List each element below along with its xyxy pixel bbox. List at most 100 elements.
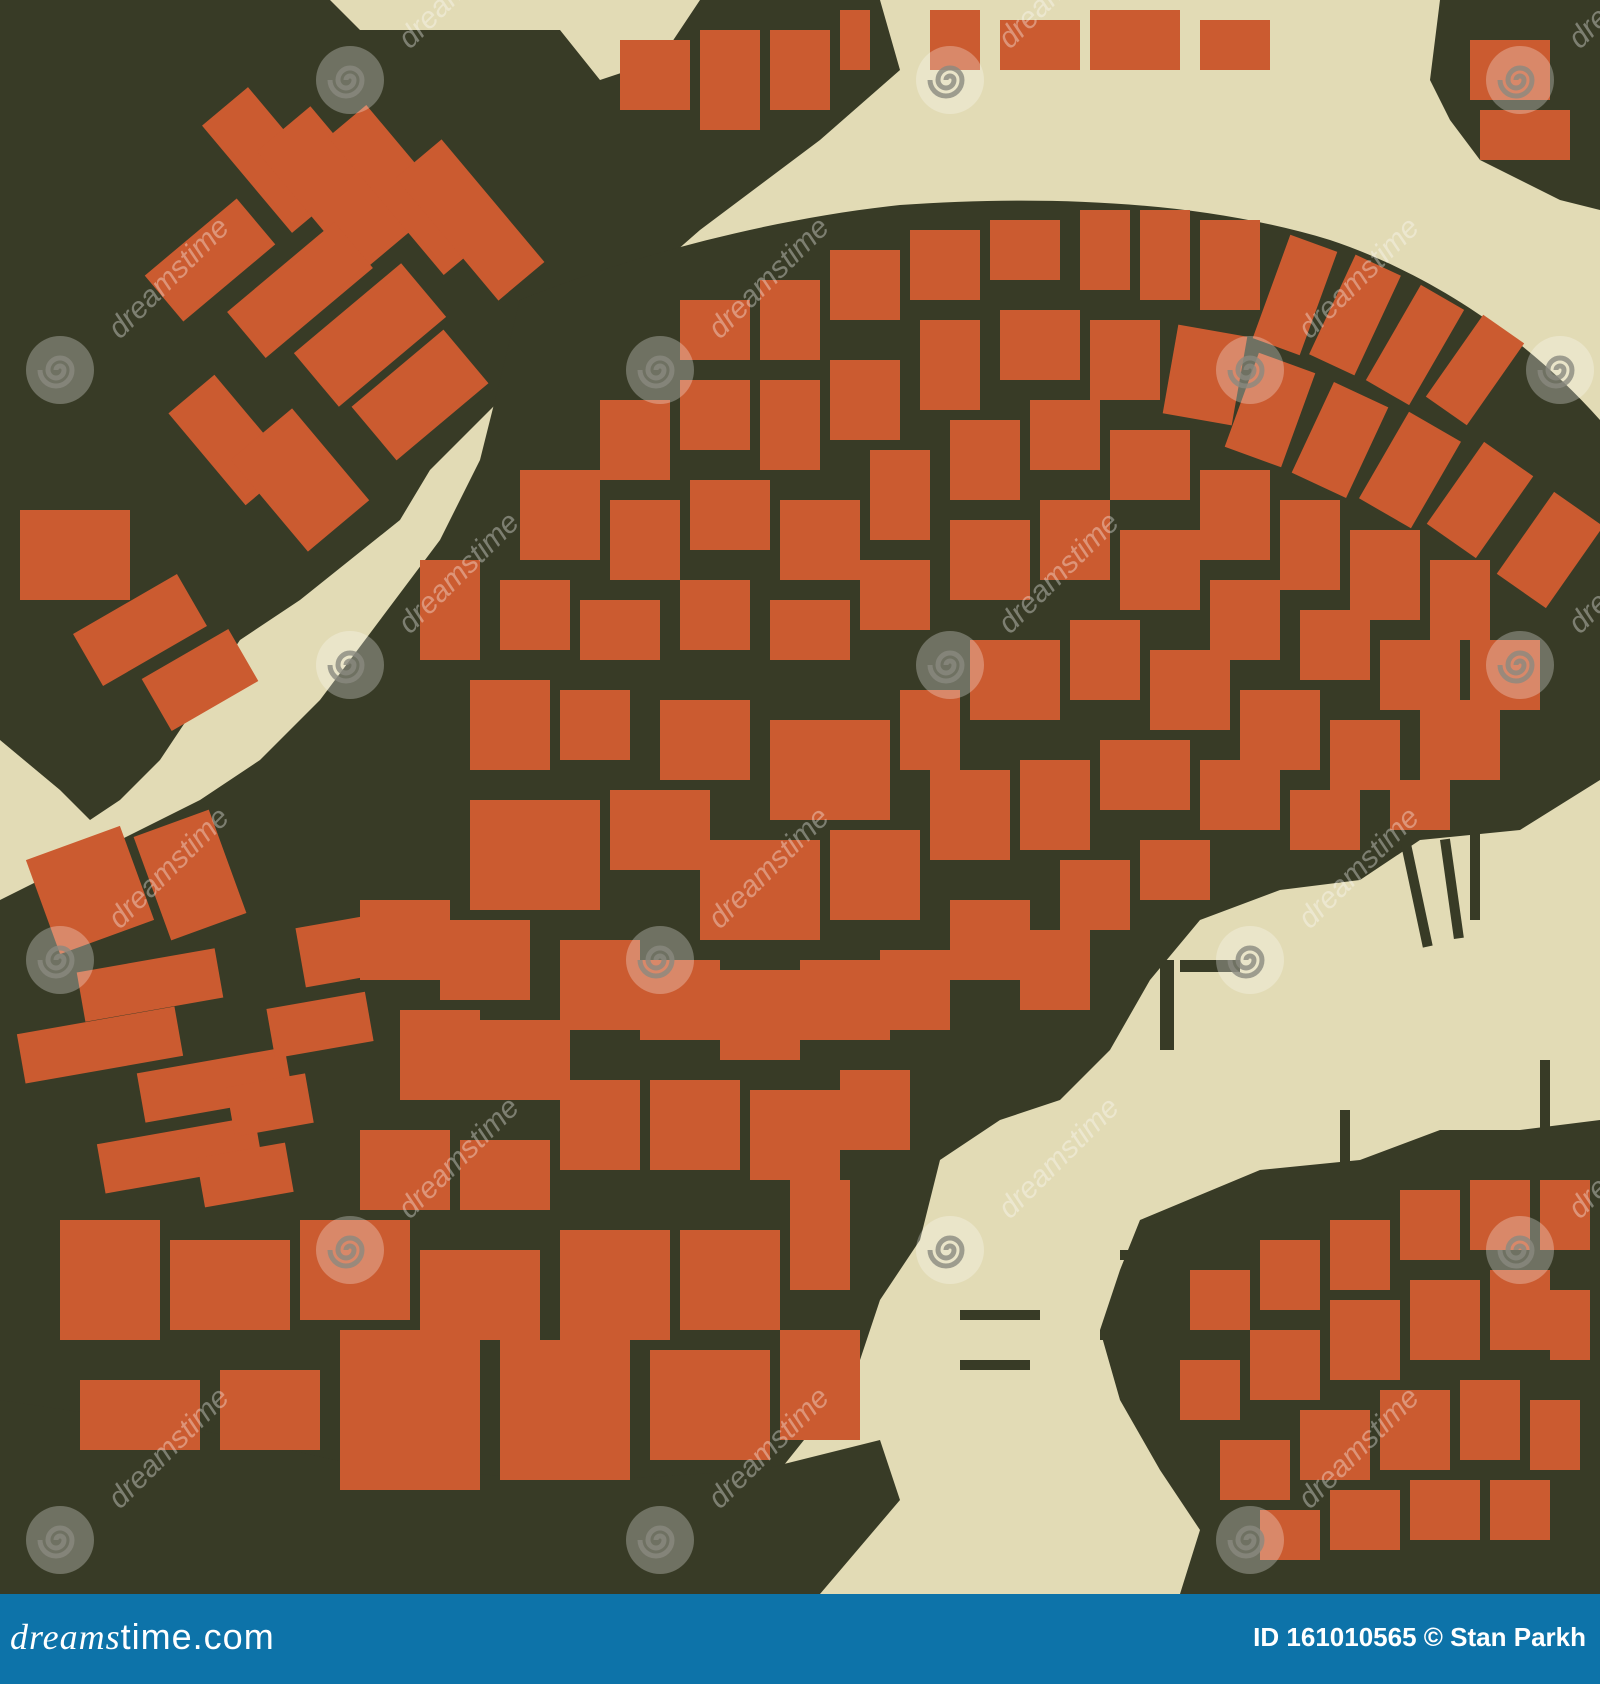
building-block [680,1230,780,1330]
spiral-logo-icon [626,1506,694,1574]
site-logo-text[interactable]: dreamstime.com [10,1616,275,1658]
building-block [1200,470,1270,560]
spiral-logo-icon [1216,1506,1284,1574]
building-block [1180,1360,1240,1420]
building-block [1200,220,1260,310]
building-block [1100,740,1190,810]
spiral-logo-icon [1216,926,1284,994]
building-block [1460,1380,1520,1460]
building-block [950,420,1020,500]
building-block [1090,10,1180,70]
spiral-logo-icon [26,926,94,994]
building-block [1430,560,1490,640]
building-block [780,500,860,580]
building-block [1090,320,1160,400]
building-block [1000,310,1080,380]
building-block [1490,1480,1550,1540]
building-block [480,1020,570,1100]
building-block [770,30,830,110]
building-block [1110,430,1190,500]
spiral-logo-icon [626,926,694,994]
site-name-part2: time.com [120,1616,275,1657]
building-block [1070,620,1140,700]
building-block [1280,500,1340,590]
building-block [680,380,750,450]
building-block [560,1080,640,1170]
spiral-logo-icon [916,46,984,114]
building-block [1290,790,1360,850]
building-block [1080,210,1130,290]
building-block [1190,1270,1250,1330]
building-block [1060,860,1130,930]
building-block [1020,760,1090,850]
building-block [610,500,680,580]
building-block [1210,580,1280,660]
spiral-logo-icon [916,631,984,699]
building-block [500,580,570,650]
building-block [840,1070,910,1150]
spiral-logo-icon [316,1216,384,1284]
building-block [470,680,550,770]
building-block [610,790,710,870]
building-block [1530,1400,1580,1470]
building-block [20,510,130,600]
building-block [920,320,980,410]
city-map: dreamstime dreamstime dreamstime dreamstime… [0,0,1600,1594]
spiral-logo-icon [26,1506,94,1574]
building-block [760,380,820,470]
building-block [700,30,760,130]
building-block [400,1010,480,1100]
building-block [1120,530,1200,610]
building-block [970,640,1060,720]
spiral-logo-icon [1216,336,1284,404]
building-block [470,800,600,910]
building-block [600,400,670,480]
building-block [1410,1280,1480,1360]
building-block [1350,530,1420,620]
building-block [720,970,800,1060]
building-block [1330,720,1400,790]
spiral-logo-icon [1486,46,1554,114]
spiral-logo-icon [916,1216,984,1284]
building-block [690,480,770,550]
building-block [1020,930,1090,1010]
building-block [1420,700,1500,780]
building-block [770,720,890,820]
building-block [1260,1240,1320,1310]
spiral-logo-icon [1526,336,1594,404]
building-block [1400,1190,1460,1260]
building-block [1410,1480,1480,1540]
copyright-text: © Stan Parkh [1423,1622,1586,1652]
building-block [1380,640,1460,710]
building-block [830,830,920,920]
building-block [950,900,1030,980]
building-block [1030,400,1100,470]
building-block [800,960,890,1040]
building-block [930,770,1010,860]
building-block [340,1330,480,1490]
spiral-logo-icon [1486,1216,1554,1284]
spiral-logo-icon [26,336,94,404]
building-block [950,520,1030,600]
building-block [560,690,630,760]
building-block [1550,1290,1590,1360]
building-block [990,220,1060,280]
building-block [790,1180,850,1290]
building-block [910,230,980,300]
building-block [620,40,690,110]
building-block [1330,1300,1400,1380]
building-block [1250,1330,1320,1400]
building-block [1150,650,1230,730]
building-block [650,1080,740,1170]
spiral-logo-icon [1486,631,1554,699]
building-block [520,470,600,560]
building-block [220,1370,320,1450]
building-block [1220,1440,1290,1500]
building-block [500,1340,630,1480]
building-block [680,580,750,650]
image-credit: ID 161010565 © Stan Parkh [1253,1622,1586,1653]
building-block [830,360,900,440]
building-block [840,10,870,70]
building-block [60,1220,160,1340]
building-block [1140,840,1210,900]
